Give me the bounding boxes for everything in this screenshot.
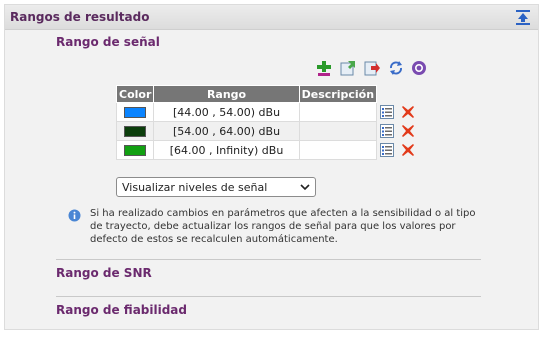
column-header-actions: [377, 86, 423, 103]
section-divider: [56, 296, 481, 297]
table-row: [44.00 , 54.00) dBu: [115, 102, 423, 122]
edit-icon[interactable]: [380, 143, 395, 157]
table-row: [54.00 , 64.00) dBu: [115, 121, 423, 141]
range-cell: [54.00 , 64.00) dBu: [153, 121, 300, 141]
color-swatch[interactable]: [124, 145, 147, 156]
signal-range-table: Color Rango Descripción [44.00 , 54.00) …: [115, 85, 423, 160]
column-header-range: Rango: [153, 85, 300, 103]
color-swatch[interactable]: [124, 126, 147, 137]
import-icon[interactable]: [340, 60, 356, 76]
actions-cell: [377, 122, 423, 141]
column-header-color: Color: [115, 85, 155, 103]
description-cell: [298, 121, 378, 141]
delete-icon[interactable]: [401, 105, 415, 119]
description-cell: [298, 102, 378, 122]
double-chevron-up-icon[interactable]: [516, 10, 530, 25]
delete-icon[interactable]: [401, 124, 415, 138]
add-range-icon[interactable]: [316, 60, 332, 76]
panel-title: Rangos de resultado: [10, 10, 150, 24]
color-cell: [115, 121, 155, 141]
select-value: Visualizar niveles de señal: [122, 181, 268, 194]
description-cell: [298, 140, 378, 160]
info-message: Si ha realizado cambios en parámetros qu…: [90, 208, 476, 245]
range-cell: [44.00 , 54.00) dBu: [153, 102, 300, 122]
column-header-description: Descripción: [298, 85, 378, 103]
results-ranges-panel: Rangos de resultado: [4, 4, 539, 330]
table-row: [64.00 , Infinity) dBu: [115, 140, 423, 160]
info-icon: [68, 209, 81, 222]
section-divider: [56, 259, 481, 260]
panel-header[interactable]: Rangos de resultado: [5, 5, 538, 30]
actions-cell: [377, 141, 423, 160]
export-icon[interactable]: [364, 60, 380, 76]
chevron-down-icon: [300, 184, 310, 191]
color-cell: [115, 102, 155, 122]
color-cell: [115, 140, 155, 160]
snr-range-title[interactable]: Rango de SNR: [56, 266, 152, 280]
edit-icon[interactable]: [380, 124, 395, 138]
color-swatch[interactable]: [124, 107, 147, 118]
actions-cell: [377, 103, 423, 122]
help-icon[interactable]: [411, 60, 427, 76]
table-header-row: Color Rango Descripción: [115, 85, 423, 103]
visualization-select[interactable]: Visualizar niveles de señal: [116, 177, 316, 197]
edit-icon[interactable]: [380, 105, 395, 119]
delete-icon[interactable]: [401, 143, 415, 157]
refresh-icon[interactable]: [388, 60, 404, 76]
range-cell: [64.00 , Infinity) dBu: [153, 140, 300, 160]
signal-range-title[interactable]: Rango de señal: [56, 35, 160, 49]
reliability-range-title[interactable]: Rango de fiabilidad: [56, 303, 187, 317]
